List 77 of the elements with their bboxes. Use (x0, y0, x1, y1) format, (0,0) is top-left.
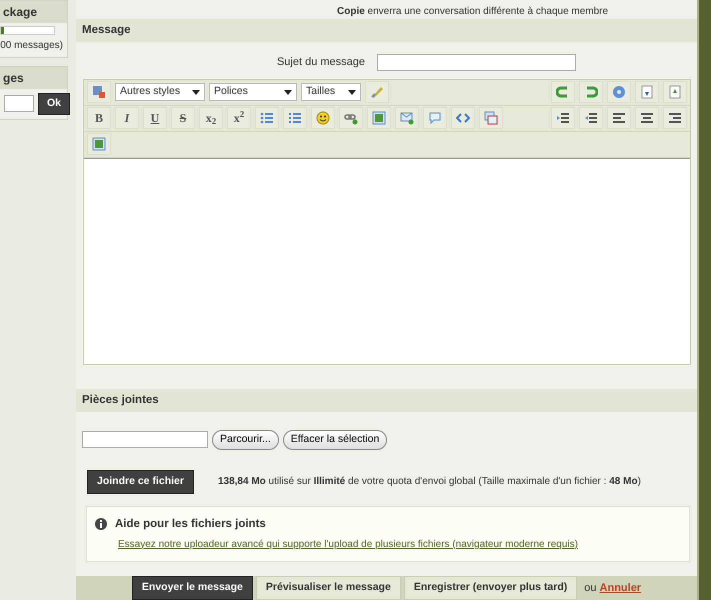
toolbar-button[interactable] (551, 81, 575, 104)
attach-button[interactable]: Joindre ce fichier (87, 470, 194, 494)
dropdown-select[interactable]: Tailles (301, 83, 361, 102)
browse-button[interactable]: Parcourir... (212, 430, 279, 450)
search-field[interactable] (4, 95, 34, 112)
envelope-icon (400, 111, 414, 126)
separator-text: ou (584, 580, 597, 596)
dropdown-select[interactable]: Polices (209, 83, 297, 102)
format-button[interactable]: I (115, 107, 139, 130)
smiley-icon (316, 111, 330, 126)
select-label: Tailles (306, 84, 336, 100)
section-header: Pièces jointes (76, 388, 697, 412)
select-label: Autres styles (120, 84, 180, 100)
clear-selection-button[interactable]: Effacer la sélection (282, 430, 388, 450)
outdent-icon (584, 111, 598, 126)
section-header: Message (76, 18, 697, 42)
dropdown-select[interactable]: Autres styles (115, 83, 205, 102)
format-button[interactable]: x$^{2}$ (227, 107, 251, 130)
styles-icon (92, 85, 106, 100)
panel-header: ckage (0, 1, 67, 23)
subject-label: Sujet du message (276, 55, 366, 70)
quota-text: 138,84 Mo utilisé sur Illimité de votre quota d'envoi global (Taille maximale d'un fichier : 48 Mo) (218, 475, 641, 490)
help-text: Copie enverra une conversation différente à chaque membre (337, 5, 610, 18)
toolbar-button[interactable] (451, 107, 475, 130)
toolbar-button[interactable] (607, 107, 631, 130)
toolbar-button[interactable] (663, 107, 687, 130)
toolbar-button[interactable] (339, 107, 363, 130)
select-label: Polices (214, 84, 248, 100)
info-icon (95, 518, 107, 530)
toolbar-button[interactable] (635, 81, 659, 104)
speech-bubble-icon (428, 111, 442, 126)
subject-field[interactable] (377, 54, 576, 71)
quota-caption: 00 messages) (0, 39, 64, 53)
indent-icon (556, 111, 570, 126)
align-right-icon (668, 111, 682, 126)
code-icon (456, 111, 470, 126)
redo-icon (584, 85, 598, 100)
toolbar-button[interactable] (395, 107, 419, 130)
file-path-field[interactable] (82, 431, 208, 448)
toolbar-button[interactable] (255, 107, 279, 130)
toolbar-button[interactable] (423, 107, 447, 130)
brush-icon (370, 85, 384, 100)
toolbar-button[interactable] (283, 107, 307, 130)
help-icon (612, 85, 626, 100)
toolbar-button[interactable] (663, 81, 687, 104)
download-icon (640, 85, 654, 100)
align-center-icon (640, 111, 654, 126)
toolbar-button[interactable] (551, 107, 575, 130)
toolbar-button[interactable] (479, 107, 503, 130)
undo-icon (556, 85, 570, 100)
align-left-icon (612, 111, 626, 126)
format-button[interactable]: x$_{2}$ (199, 107, 223, 130)
toolbar-button[interactable] (635, 107, 659, 130)
footer-button[interactable]: Prévisualiser le message (256, 576, 401, 600)
toolbar-button[interactable] (607, 81, 631, 104)
toolbar-button[interactable] (87, 81, 111, 104)
toolbar-button[interactable] (367, 107, 391, 130)
format-button[interactable]: B (87, 107, 111, 130)
footer-button[interactable]: Enregistrer (envoyer plus tard) (404, 576, 578, 600)
uploader-link[interactable]: Essayez notre uploadeur avancé qui supporte l'upload de plusieurs fichiers (navigateur moderne requis) (118, 538, 578, 550)
format-button[interactable]: S (171, 107, 195, 130)
link-icon (344, 111, 358, 126)
bullet-list-icon (260, 111, 274, 126)
image-icon (92, 137, 106, 152)
windows-icon (484, 111, 498, 126)
format-button[interactable]: U (143, 107, 167, 130)
ok-button[interactable]: Ok (38, 93, 70, 115)
toolbar-button[interactable] (579, 107, 603, 130)
toolbar-button[interactable] (579, 81, 603, 104)
toolbar-button[interactable] (87, 133, 111, 156)
numbered-list-icon (288, 111, 302, 126)
panel-header: ges (0, 67, 67, 89)
help-title: Aide pour les fichiers joints (115, 516, 266, 532)
toolbar-button[interactable] (311, 107, 335, 130)
footer-button[interactable]: Envoyer le message (132, 576, 253, 600)
upload-icon (668, 85, 682, 100)
image-icon (372, 111, 386, 126)
